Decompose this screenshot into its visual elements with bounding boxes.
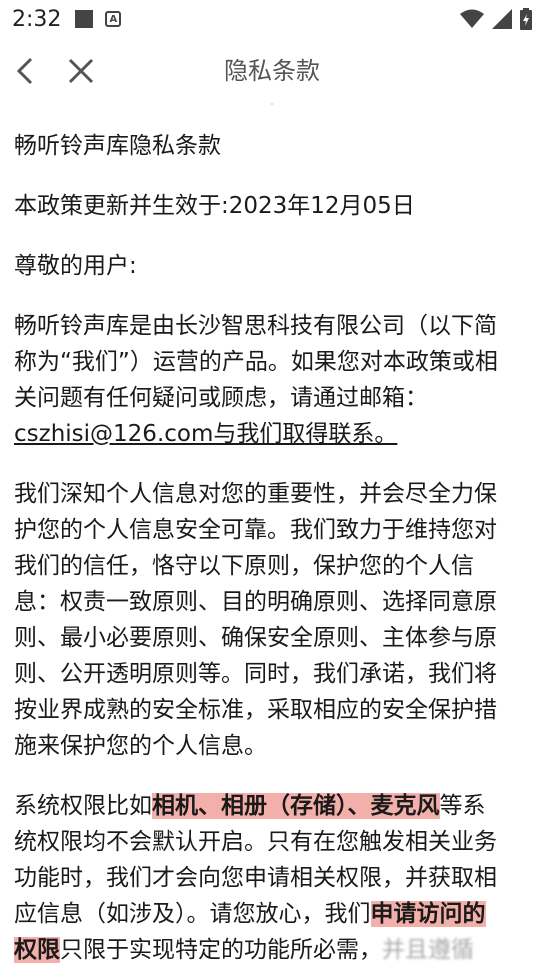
highlight-access: 权限	[14, 937, 60, 963]
app-notification-icon: A	[105, 11, 122, 27]
status-time: 2:32	[12, 6, 62, 32]
permissions-line: 功能时，我们才会向您申请相关权限，并获取相	[14, 865, 497, 891]
intro-line: 称为“我们”）运营的产品。如果您对本政策或相	[14, 349, 498, 375]
email-link[interactable]: cszhisi@126.com与我们取得联系。	[14, 421, 397, 447]
principles-line: 按业界成熟的安全标准，采取相应的安全保护措	[14, 697, 497, 723]
policy-content: 畅听铃声库隐私条款 本政策更新并生效于:2023年12月05日 尊敬的用户: 畅…	[14, 128, 530, 968]
faded-text: 并且遵循	[382, 937, 474, 963]
battery-icon	[520, 8, 532, 30]
effective-date: 本政策更新并生效于:2023年12月05日	[14, 193, 415, 219]
perm-text: 等系	[439, 793, 486, 819]
perm-text: 应信息（如涉及）。请您放心，我们	[14, 901, 371, 927]
permissions-paragraph: 系统权限比如相机、相册（存储）、麦克风等系 统权限均不会默认开启。只有在您触发相…	[14, 788, 530, 968]
page-title: 隐私条款	[224, 57, 320, 85]
highlight-access: 申请访问的	[370, 901, 486, 927]
principles-line: 我们的信任，恪守以下原则，保护您的个人信	[14, 553, 474, 579]
principles-line: 我们深知个人信息对您的重要性，并会尽全力保	[14, 481, 497, 507]
perm-text: 只限于实现特定的功能所必需，	[60, 937, 382, 963]
principles-line: 施来保护您的个人信息。	[14, 733, 267, 759]
permissions-line: 统权限均不会默认开启。只有在您触发相关业务	[14, 829, 497, 855]
perm-text: 系统权限比如	[14, 793, 152, 819]
permissions-line: 权限只限于实现特定的功能所必需，并且遵循	[14, 932, 530, 968]
status-bar: 2:32 A	[0, 0, 544, 38]
highlight-permissions: 相机、相册（存储）、麦克风	[152, 793, 440, 819]
principles-line: 则、最小必要原则、确保安全原则、主体参与原	[14, 625, 497, 651]
principles-line: 护您的个人信息安全可靠。我们致力于维持您对	[14, 517, 497, 543]
status-right-icons	[460, 8, 532, 30]
permissions-line: 系统权限比如相机、相册（存储）、麦克风等系	[14, 788, 530, 824]
principles-paragraph: 我们深知个人信息对您的重要性，并会尽全力保 护您的个人信息安全可靠。我们致力于维…	[14, 476, 530, 764]
principles-line: 则、公开透明原则等。同时，我们承诺，我们将	[14, 661, 497, 687]
nav-bar: 隐私条款	[0, 44, 544, 96]
notification-square-icon	[75, 10, 94, 28]
intro-paragraph: 畅听铃声库是由长沙智思科技有限公司（以下简 称为“我们”）运营的产品。如果您对本…	[14, 308, 530, 452]
principles-line: 息：权责一致原则、目的明确原则、选择同意原	[14, 589, 497, 615]
signal-icon	[492, 9, 512, 29]
permissions-line: 应信息（如涉及）。请您放心，我们申请访问的	[14, 896, 530, 932]
greeting: 尊敬的用户:	[14, 253, 137, 279]
decorative-dot	[271, 103, 273, 105]
intro-line: 畅听铃声库是由长沙智思科技有限公司（以下简	[14, 313, 497, 339]
policy-heading: 畅听铃声库隐私条款	[14, 133, 221, 159]
wifi-icon	[460, 9, 484, 28]
intro-line: 关问题有任何疑问或顾虑，请通过邮箱：	[14, 385, 428, 411]
